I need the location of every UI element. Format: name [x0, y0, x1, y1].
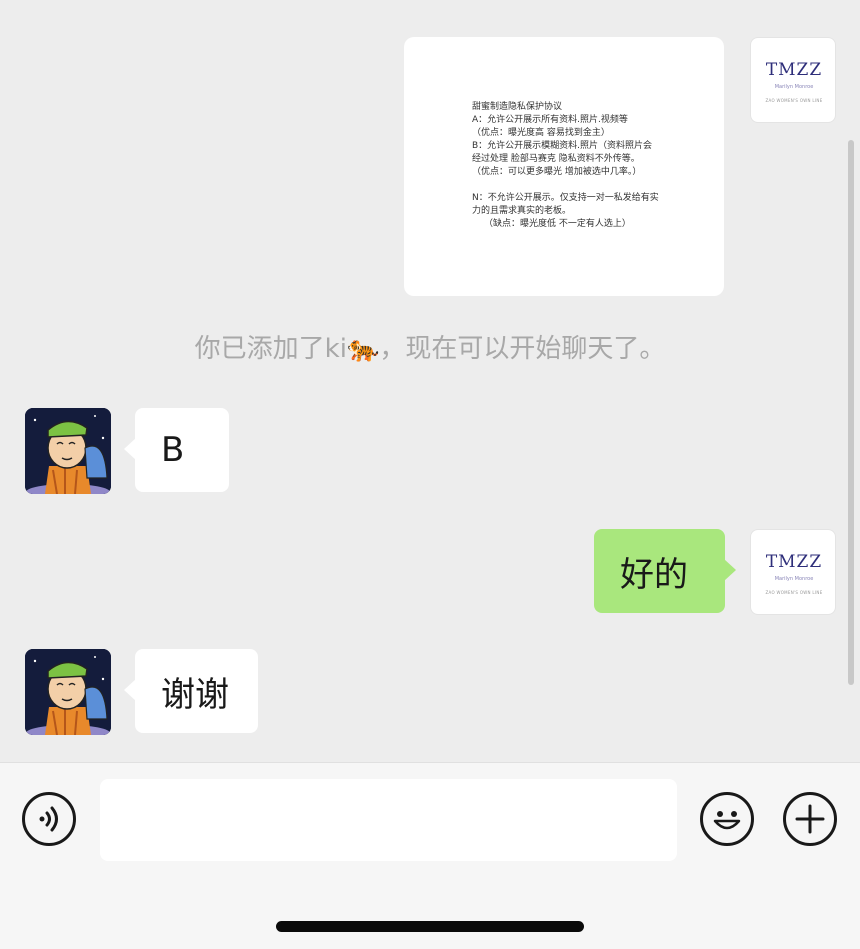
avatar-logo-sub: Marilyn Monroe	[774, 576, 814, 582]
chat-area[interactable]: 甜蜜制造隐私保护协议 A：允许公开展示所有资料.照片.视频等 （优点：曝光度高 …	[0, 0, 860, 762]
emoji-icon	[713, 811, 741, 830]
avatar-logo-tagline: ZAO WOMEN'S OWN LINE	[765, 98, 823, 103]
avatar-logo-tagline: ZAO WOMEN'S OWN LINE	[765, 590, 823, 595]
doc-line: A：允许公开展示所有资料.照片.视频等	[472, 115, 628, 125]
system-note: 你已添加了ki🐅，现在可以开始聊天了。	[194, 334, 666, 364]
voice-icon	[39, 806, 58, 832]
bubble-tail	[124, 438, 136, 460]
incoming-message[interactable]: B	[124, 408, 229, 492]
doc-line: （缺点：曝光度低 不一定有人选上）	[484, 219, 631, 229]
emoji-button[interactable]	[700, 792, 754, 846]
voice-button[interactable]	[22, 792, 76, 846]
avatar-logo: TMZZ	[765, 60, 823, 80]
cartoon-boy-icon	[25, 408, 111, 494]
doc-line: 经过处理 脸部马赛克 隐私资料不外传等。	[472, 154, 640, 164]
image-message[interactable]: 甜蜜制造隐私保护协议 A：允许公开展示所有资料.照片.视频等 （优点：曝光度高 …	[404, 37, 724, 296]
image-document-text: 甜蜜制造隐私保护协议 A：允许公开展示所有资料.照片.视频等 （优点：曝光度高 …	[472, 101, 672, 231]
avatar-logo: TMZZ	[765, 552, 823, 572]
self-avatar[interactable]: TMZZ Marilyn Monroe ZAO WOMEN'S OWN LINE	[750, 37, 836, 123]
more-button[interactable]	[783, 792, 837, 846]
message-text: 好的	[620, 554, 688, 595]
doc-line: （优点：曝光度高 容易找到金主）	[472, 128, 610, 138]
doc-line: N：不允许公开展示。仅支持一对一私发给有实	[472, 193, 659, 203]
doc-line: （优点：可以更多曝光 增加被选中几率。）	[472, 167, 642, 177]
self-avatar[interactable]: TMZZ Marilyn Monroe ZAO WOMEN'S OWN LINE	[750, 529, 836, 615]
outgoing-message[interactable]: 好的	[594, 529, 736, 613]
message-text: B	[161, 430, 185, 470]
avatar-logo-sub: Marilyn Monroe	[774, 84, 814, 90]
doc-spacer	[472, 179, 672, 192]
bubble-tail	[124, 679, 136, 701]
doc-line: 甜蜜制造隐私保护协议	[472, 102, 563, 112]
doc-line: 力的且需求真实的老板。	[472, 206, 572, 216]
input-bar	[0, 762, 860, 949]
message-input[interactable]	[100, 779, 677, 861]
scrollbar[interactable]	[848, 140, 854, 685]
incoming-message[interactable]: 谢谢	[124, 649, 258, 733]
bubble-tail	[724, 559, 736, 581]
doc-line: B：允许公开展示模糊资料.照片（资料照片会	[472, 141, 653, 151]
message-text: 谢谢	[161, 674, 229, 715]
contact-avatar[interactable]	[25, 408, 111, 494]
home-indicator[interactable]	[276, 921, 584, 932]
cartoon-boy-icon	[25, 649, 111, 735]
contact-avatar[interactable]	[25, 649, 111, 735]
plus-icon	[795, 804, 825, 834]
